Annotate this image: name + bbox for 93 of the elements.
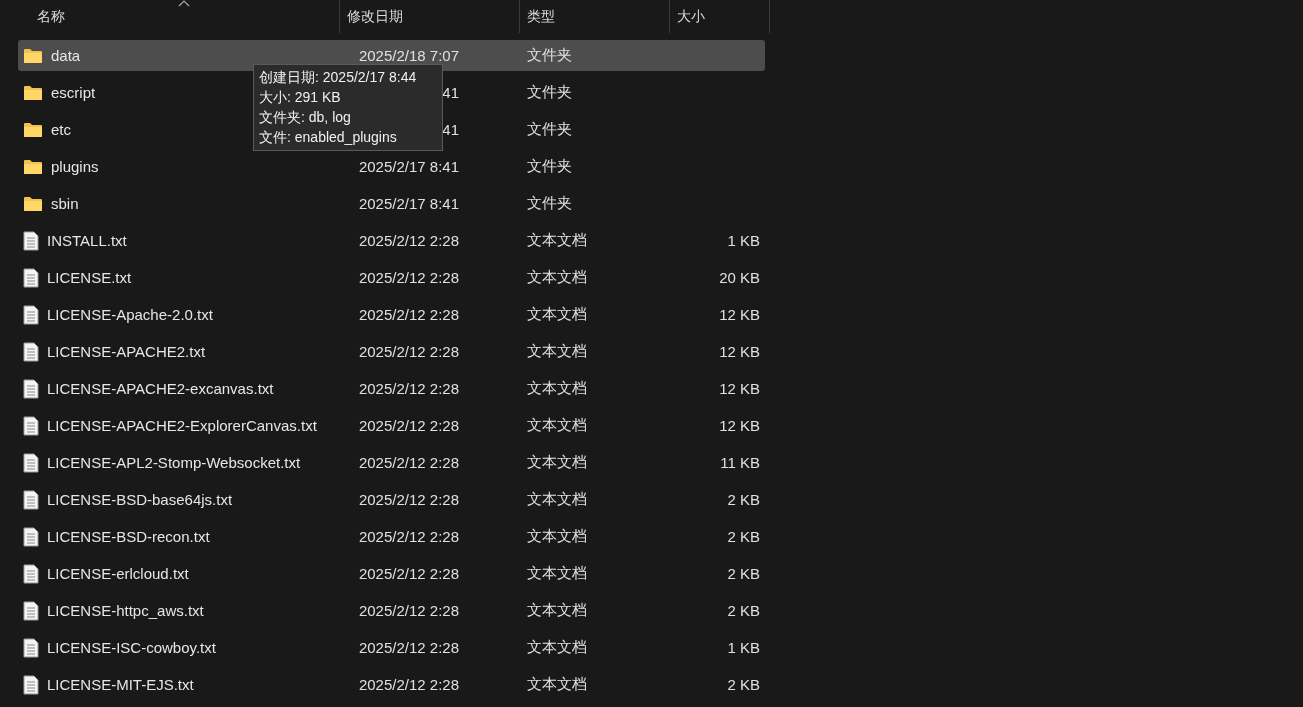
file-size: 20 KB (718, 269, 761, 286)
modified-date: 2025/2/12 2:28 (357, 639, 459, 656)
file-type: 文本文档 (526, 305, 588, 324)
file-name: sbin (51, 195, 79, 212)
file-size: 2 KB (726, 565, 761, 582)
file-name: data (51, 47, 81, 64)
file-name: LICENSE-httpc_aws.txt (47, 602, 204, 619)
folder-icon (23, 195, 43, 212)
text-file-icon (23, 526, 39, 547)
tooltip-line: 文件夹: db, log (259, 108, 352, 127)
file-name: LICENSE-Apache-2.0.txt (47, 306, 213, 323)
file-name: LICENSE-APACHE2.txt (47, 343, 206, 360)
file-name: escript (51, 84, 96, 101)
file-name: LICENSE-MIT-EJS.txt (47, 676, 194, 693)
text-file-icon (23, 378, 39, 399)
file-name: LICENSE-APL2-Stomp-Websocket.txt (47, 454, 301, 471)
file-type: 文本文档 (526, 638, 588, 657)
modified-date: 2025/2/12 2:28 (357, 676, 459, 693)
text-file-icon (23, 415, 39, 436)
folder-icon (23, 47, 43, 64)
modified-date: 2025/2/12 2:28 (357, 417, 459, 434)
file-type: 文件夹 (526, 120, 573, 139)
file-size: 12 KB (718, 380, 761, 397)
file-type: 文本文档 (526, 453, 588, 472)
column-header[interactable]: 名称 (0, 0, 340, 33)
text-file-icon (23, 674, 39, 695)
modified-date: 2025/2/12 2:28 (357, 602, 459, 619)
modified-date: 2025/2/12 2:28 (357, 343, 459, 360)
file-name: LICENSE-ISC-cowboy.txt (47, 639, 216, 656)
modified-date: 2025/2/12 2:28 (357, 565, 459, 582)
file-size: 11 KB (719, 454, 761, 471)
file-size: 1 KB (726, 639, 761, 656)
tooltip-line: 文件: enabled_plugins (259, 128, 398, 147)
file-type: 文本文档 (526, 231, 588, 250)
folder-icon (23, 84, 43, 101)
file-name: LICENSE-APACHE2-excanvas.txt (47, 380, 274, 397)
modified-date: 2025/2/12 2:28 (357, 269, 459, 286)
file-size: 1 KB (726, 232, 761, 249)
file-size: 12 KB (718, 343, 761, 360)
modified-date: 2025/2/17 8:41 (357, 195, 459, 212)
column-header[interactable]: 类型 (520, 0, 670, 33)
file-type: 文件夹 (526, 46, 573, 65)
modified-date: 2025/2/12 2:28 (357, 454, 459, 471)
text-file-icon (23, 341, 39, 362)
file-size: 2 KB (726, 491, 761, 508)
text-file-icon (23, 563, 39, 584)
file-type: 文件夹 (526, 194, 573, 213)
text-file-icon (23, 489, 39, 510)
modified-date: 2025/2/12 2:28 (357, 380, 459, 397)
text-file-icon (23, 304, 39, 325)
file-name: etc (51, 121, 71, 138)
file-type: 文本文档 (526, 564, 588, 583)
modified-date: 2025/2/18 7:07 (357, 47, 459, 64)
file-type: 文本文档 (526, 601, 588, 620)
tooltip-line: 大小: 291 KB (259, 88, 342, 107)
file-type: 文件夹 (526, 157, 573, 176)
modified-date: 2025/2/17 8:41 (357, 158, 459, 175)
text-file-icon (23, 452, 39, 473)
file-name: LICENSE-BSD-recon.txt (47, 528, 210, 545)
file-type: 文本文档 (526, 416, 588, 435)
file-type: 文本文档 (526, 527, 588, 546)
column-header[interactable]: 修改日期 (340, 0, 520, 33)
file-size: 12 KB (718, 306, 761, 323)
file-type: 文本文档 (526, 675, 588, 694)
modified-date: 2025/2/12 2:28 (357, 528, 459, 545)
file-name: LICENSE-APACHE2-ExplorerCanvas.txt (47, 417, 317, 434)
modified-date: 2025/2/12 2:28 (357, 232, 459, 249)
file-name: LICENSE-erlcloud.txt (47, 565, 189, 582)
text-file-icon (23, 267, 39, 288)
modified-date: 2025/2/12 2:28 (357, 306, 459, 323)
file-size: 2 KB (726, 602, 761, 619)
folder-icon (23, 121, 43, 138)
text-file-icon (23, 600, 39, 621)
file-name: INSTALL.txt (47, 232, 127, 249)
file-type: 文件夹 (526, 83, 573, 102)
file-type: 文本文档 (526, 490, 588, 509)
file-size: 12 KB (718, 417, 761, 434)
file-name: plugins (51, 158, 99, 175)
file-size: 2 KB (726, 528, 761, 545)
folder-icon (23, 158, 43, 175)
file-type: 文本文档 (526, 342, 588, 361)
tooltip-line: 创建日期: 2025/2/17 8:44 (259, 68, 418, 87)
modified-date: 41 (441, 84, 459, 101)
selected-row[interactable]: data 2025/2/18 7:07 文件夹 (18, 40, 765, 71)
text-file-icon (23, 637, 39, 658)
file-name: LICENSE.txt (47, 269, 132, 286)
modified-date: 2025/2/12 2:28 (357, 491, 459, 508)
file-size: 2 KB (726, 676, 761, 693)
file-type: 文本文档 (526, 268, 588, 287)
text-file-icon (23, 230, 39, 251)
column-header[interactable]: 大小 (670, 0, 770, 33)
file-type: 文本文档 (526, 379, 588, 398)
file-name: LICENSE-BSD-base64js.txt (47, 491, 233, 508)
